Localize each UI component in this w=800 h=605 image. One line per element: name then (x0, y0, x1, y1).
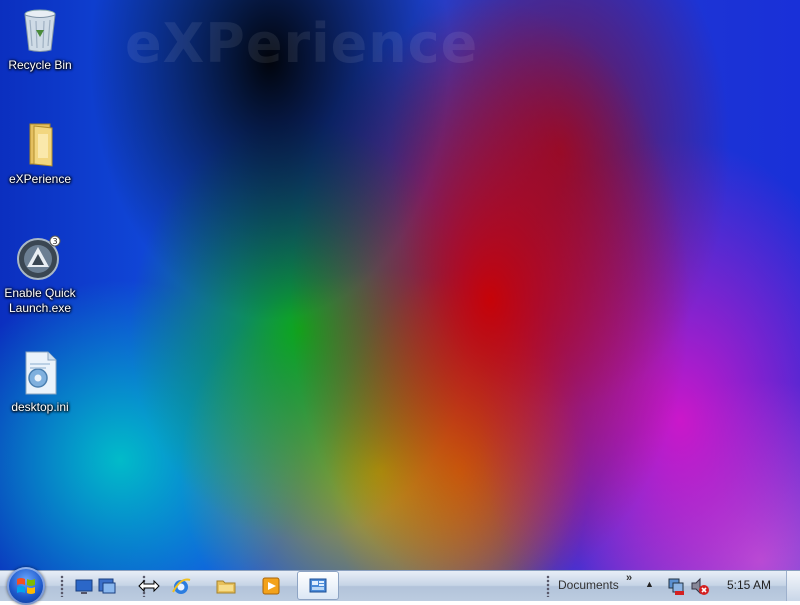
resize-cursor-icon (138, 579, 160, 601)
toolbar-grip[interactable] (546, 575, 550, 597)
switch-windows-icon[interactable] (96, 575, 118, 597)
desktop-icon-label: desktop.ini (11, 400, 69, 414)
system-clock[interactable]: 5:15 AM (727, 578, 771, 592)
desktop-icon-label: eXPerience (8, 172, 72, 186)
toolbar-overflow-chevron[interactable]: » (626, 572, 632, 584)
media-player-icon[interactable] (260, 575, 282, 597)
settings-file-icon (16, 348, 64, 396)
internet-explorer-icon[interactable] (170, 575, 192, 597)
desktop-icon-label: Recycle Bin (8, 58, 72, 72)
desktop: eXPerience Recycle Bin eXPerience 3 Enab… (0, 0, 800, 570)
svg-text:3: 3 (52, 237, 57, 246)
volume-muted-icon[interactable] (690, 576, 710, 596)
desktop-icon-enable-quick-launch[interactable]: 3 Enable Quick Launch.exe (0, 234, 80, 316)
desktop-icon-desktop-ini[interactable]: desktop.ini (0, 348, 80, 415)
windows-explorer-icon[interactable] (215, 575, 237, 597)
network-icon[interactable] (666, 576, 686, 596)
windows-logo-icon (17, 578, 35, 594)
desktop-icon-label: Enable Quick Launch.exe (4, 286, 76, 315)
documents-toolbar[interactable]: Documents (558, 578, 619, 592)
taskbar-button-active[interactable] (297, 571, 339, 600)
show-desktop-icon[interactable] (73, 575, 95, 597)
control-panel-icon (309, 578, 327, 593)
taskbar: Documents » ▲ 5:15 AM (0, 567, 800, 605)
show-desktop-button[interactable] (786, 571, 800, 601)
watermark-text: eXPerience (125, 12, 479, 75)
recycle-bin-icon (16, 6, 64, 54)
show-hidden-icons-button[interactable]: ▲ (645, 579, 654, 589)
desktop-icon-experience-folder[interactable]: eXPerience (0, 120, 80, 187)
folder-icon (16, 120, 64, 168)
executable-icon: 3 (16, 234, 64, 282)
start-button[interactable] (7, 567, 45, 605)
desktop-icon-recycle-bin[interactable]: Recycle Bin (0, 6, 80, 73)
toolbar-grip[interactable] (60, 575, 64, 597)
